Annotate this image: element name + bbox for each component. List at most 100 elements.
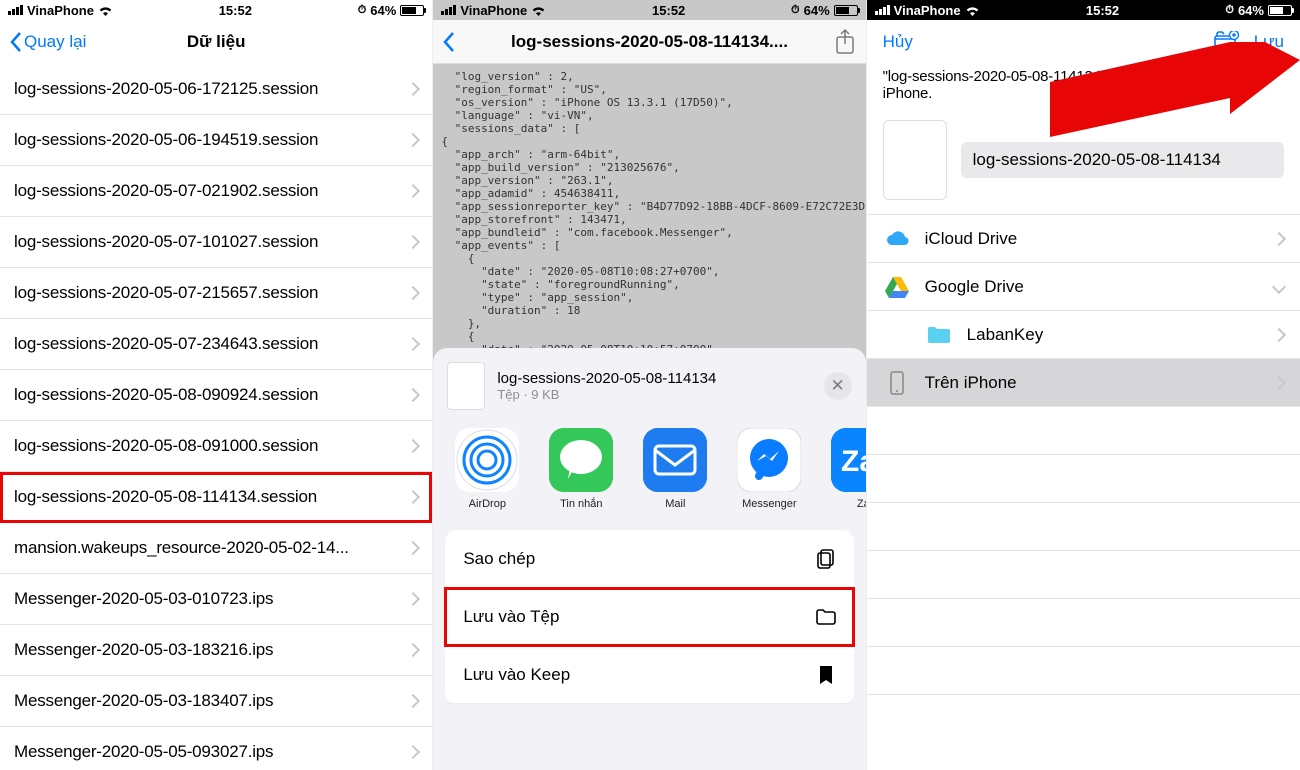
file-row[interactable]: Messenger-2020-05-03-183407.ips xyxy=(0,676,432,727)
document-title: log-sessions-2020-05-08-114134.... xyxy=(473,32,825,52)
back-label: Quay lại xyxy=(24,32,86,52)
app-icon: Za xyxy=(831,428,865,492)
file-row[interactable]: log-sessions-2020-05-07-215657.session xyxy=(0,268,432,319)
nav-bar: Quay lại Dữ liệu xyxy=(0,20,432,64)
file-row[interactable]: log-sessions-2020-05-08-114134.session xyxy=(0,472,432,523)
file-name: Messenger-2020-05-03-183407.ips xyxy=(14,691,273,711)
action-label: Lưu vào Keep xyxy=(463,665,570,685)
chevron-down-icon xyxy=(1274,282,1284,292)
location-google-drive[interactable]: Google Drive xyxy=(867,263,1300,311)
carrier: VinaPhone xyxy=(27,3,94,18)
action-label: Lưu vào Tệp xyxy=(463,607,559,627)
carrier: VinaPhone xyxy=(894,3,961,18)
share-sheet: log-sessions-2020-05-08-114134 Tệp · 9 K… xyxy=(433,348,865,770)
file-row[interactable]: log-sessions-2020-05-06-194519.session xyxy=(0,115,432,166)
new-folder-button[interactable] xyxy=(1214,31,1240,53)
file-row[interactable]: log-sessions-2020-05-07-101027.session xyxy=(0,217,432,268)
location-icloud-drive[interactable]: iCloud Drive xyxy=(867,215,1300,263)
file-row[interactable]: Messenger-2020-05-03-183216.ips xyxy=(0,625,432,676)
chevron-right-icon xyxy=(408,339,418,349)
action-copy[interactable]: Sao chép xyxy=(445,530,853,588)
file-name: Messenger-2020-05-05-093027.ips xyxy=(14,742,273,762)
chevron-right-icon xyxy=(408,135,418,145)
chevron-right-icon xyxy=(408,237,418,247)
file-name: log-sessions-2020-05-07-234643.session xyxy=(14,334,318,354)
chevron-right-icon xyxy=(408,594,418,604)
share-app-airdrop[interactable]: AirDrop xyxy=(451,428,523,510)
file-row[interactable]: Messenger-2020-05-03-010723.ips xyxy=(0,574,432,625)
chevron-right-icon xyxy=(408,747,418,757)
file-row[interactable]: log-sessions-2020-05-06-172125.session xyxy=(0,64,432,115)
share-app-mail[interactable]: Mail xyxy=(639,428,711,510)
share-actions-list: Sao chép Lưu vào Tệp Lưu vào Keep xyxy=(445,530,853,704)
file-name: Messenger-2020-05-03-183216.ips xyxy=(14,640,273,660)
alarm-icon: ⏱ xyxy=(791,4,800,17)
iphone-icon xyxy=(883,369,911,397)
close-sheet-button[interactable]: ✕ xyxy=(824,372,852,400)
time: 15:52 xyxy=(652,3,685,18)
signal-icon xyxy=(875,5,890,15)
cancel-button[interactable]: Hủy xyxy=(883,32,913,52)
file-name: log-sessions-2020-05-08-091000.session xyxy=(14,436,318,456)
share-app-za[interactable]: Za Za xyxy=(827,428,865,510)
nav-bar: Hủy Lưu xyxy=(867,20,1300,64)
file-row[interactable]: log-sessions-2020-05-08-090924.session xyxy=(0,370,432,421)
chevron-right-icon xyxy=(408,84,418,94)
filename-field[interactable]: log-sessions-2020-05-08-114134 xyxy=(961,142,1284,178)
location-label: LabanKey xyxy=(967,325,1044,345)
file-row[interactable]: log-sessions-2020-05-08-091000.session xyxy=(0,421,432,472)
gdrive-icon xyxy=(883,273,911,301)
cloud-icon xyxy=(883,225,911,253)
share-app-tin-nhắn[interactable]: Tin nhắn xyxy=(545,428,617,510)
chevron-right-icon xyxy=(1274,330,1284,340)
list-item xyxy=(867,455,1300,503)
file-row[interactable]: log-sessions-2020-05-07-021902.session xyxy=(0,166,432,217)
app-icon xyxy=(549,428,613,492)
chevron-right-icon xyxy=(408,288,418,298)
svg-text:Za: Za xyxy=(841,445,865,478)
app-label: Mail xyxy=(639,498,711,510)
chevron-right-icon xyxy=(408,441,418,451)
file-name: Messenger-2020-05-03-010723.ips xyxy=(14,589,273,609)
file-row[interactable]: log-sessions-2020-05-07-234643.session xyxy=(0,319,432,370)
save-button[interactable]: Lưu xyxy=(1254,32,1284,52)
sheet-file-meta: Tệp · 9 KB xyxy=(497,387,716,402)
status-bar: VinaPhone 15:52 ⏱ 64% xyxy=(433,0,865,20)
share-app-messenger[interactable]: Messenger xyxy=(733,428,805,510)
file-thumbnail-icon xyxy=(883,120,947,200)
share-apps-row[interactable]: AirDrop Tin nhắn Mail Messenger Za Za xyxy=(433,424,865,524)
alarm-icon: ⏱ xyxy=(1225,4,1234,17)
chevron-right-icon xyxy=(408,543,418,553)
file-row[interactable]: mansion.wakeups_resource-2020-05-02-14..… xyxy=(0,523,432,574)
share-button[interactable] xyxy=(834,28,856,56)
action-folder[interactable]: Lưu vào Tệp xyxy=(445,588,853,646)
file-content-preview: "log_version" : 2, "region_format" : "US… xyxy=(433,64,865,348)
chevron-right-icon xyxy=(1274,378,1284,388)
file-name: log-sessions-2020-05-07-215657.session xyxy=(14,283,318,303)
nav-bar: log-sessions-2020-05-08-114134.... xyxy=(433,20,865,64)
action-bookmark[interactable]: Lưu vào Keep xyxy=(445,646,853,704)
wifi-icon xyxy=(98,5,113,16)
back-button[interactable]: Quay lại xyxy=(10,32,86,52)
bookmark-icon xyxy=(814,663,838,687)
carrier: VinaPhone xyxy=(460,3,527,18)
app-label: Za xyxy=(827,498,865,510)
status-bar: VinaPhone 15:52 ⏱ 64% xyxy=(867,0,1300,20)
folder-icon xyxy=(814,605,838,629)
file-name: log-sessions-2020-05-07-021902.session xyxy=(14,181,318,201)
location-list: iCloud DriveGoogle Drive LabanKey Trên iPh… xyxy=(867,214,1300,407)
file-row[interactable]: Messenger-2020-05-05-093027.ips xyxy=(0,727,432,770)
battery-percent: 64% xyxy=(1238,3,1264,18)
alarm-icon: ⏱ xyxy=(358,4,367,17)
back-button[interactable] xyxy=(443,32,455,52)
action-label: Sao chép xyxy=(463,549,535,569)
app-icon xyxy=(737,428,801,492)
signal-icon xyxy=(441,5,456,15)
chevron-right-icon xyxy=(408,696,418,706)
location-labankey[interactable]: LabanKey xyxy=(867,311,1300,359)
file-name: mansion.wakeups_resource-2020-05-02-14..… xyxy=(14,538,349,558)
location-trên-iphone[interactable]: Trên iPhone xyxy=(867,359,1300,407)
file-name: log-sessions-2020-05-06-172125.session xyxy=(14,79,318,99)
battery-icon xyxy=(400,5,424,16)
time: 15:52 xyxy=(1086,3,1119,18)
